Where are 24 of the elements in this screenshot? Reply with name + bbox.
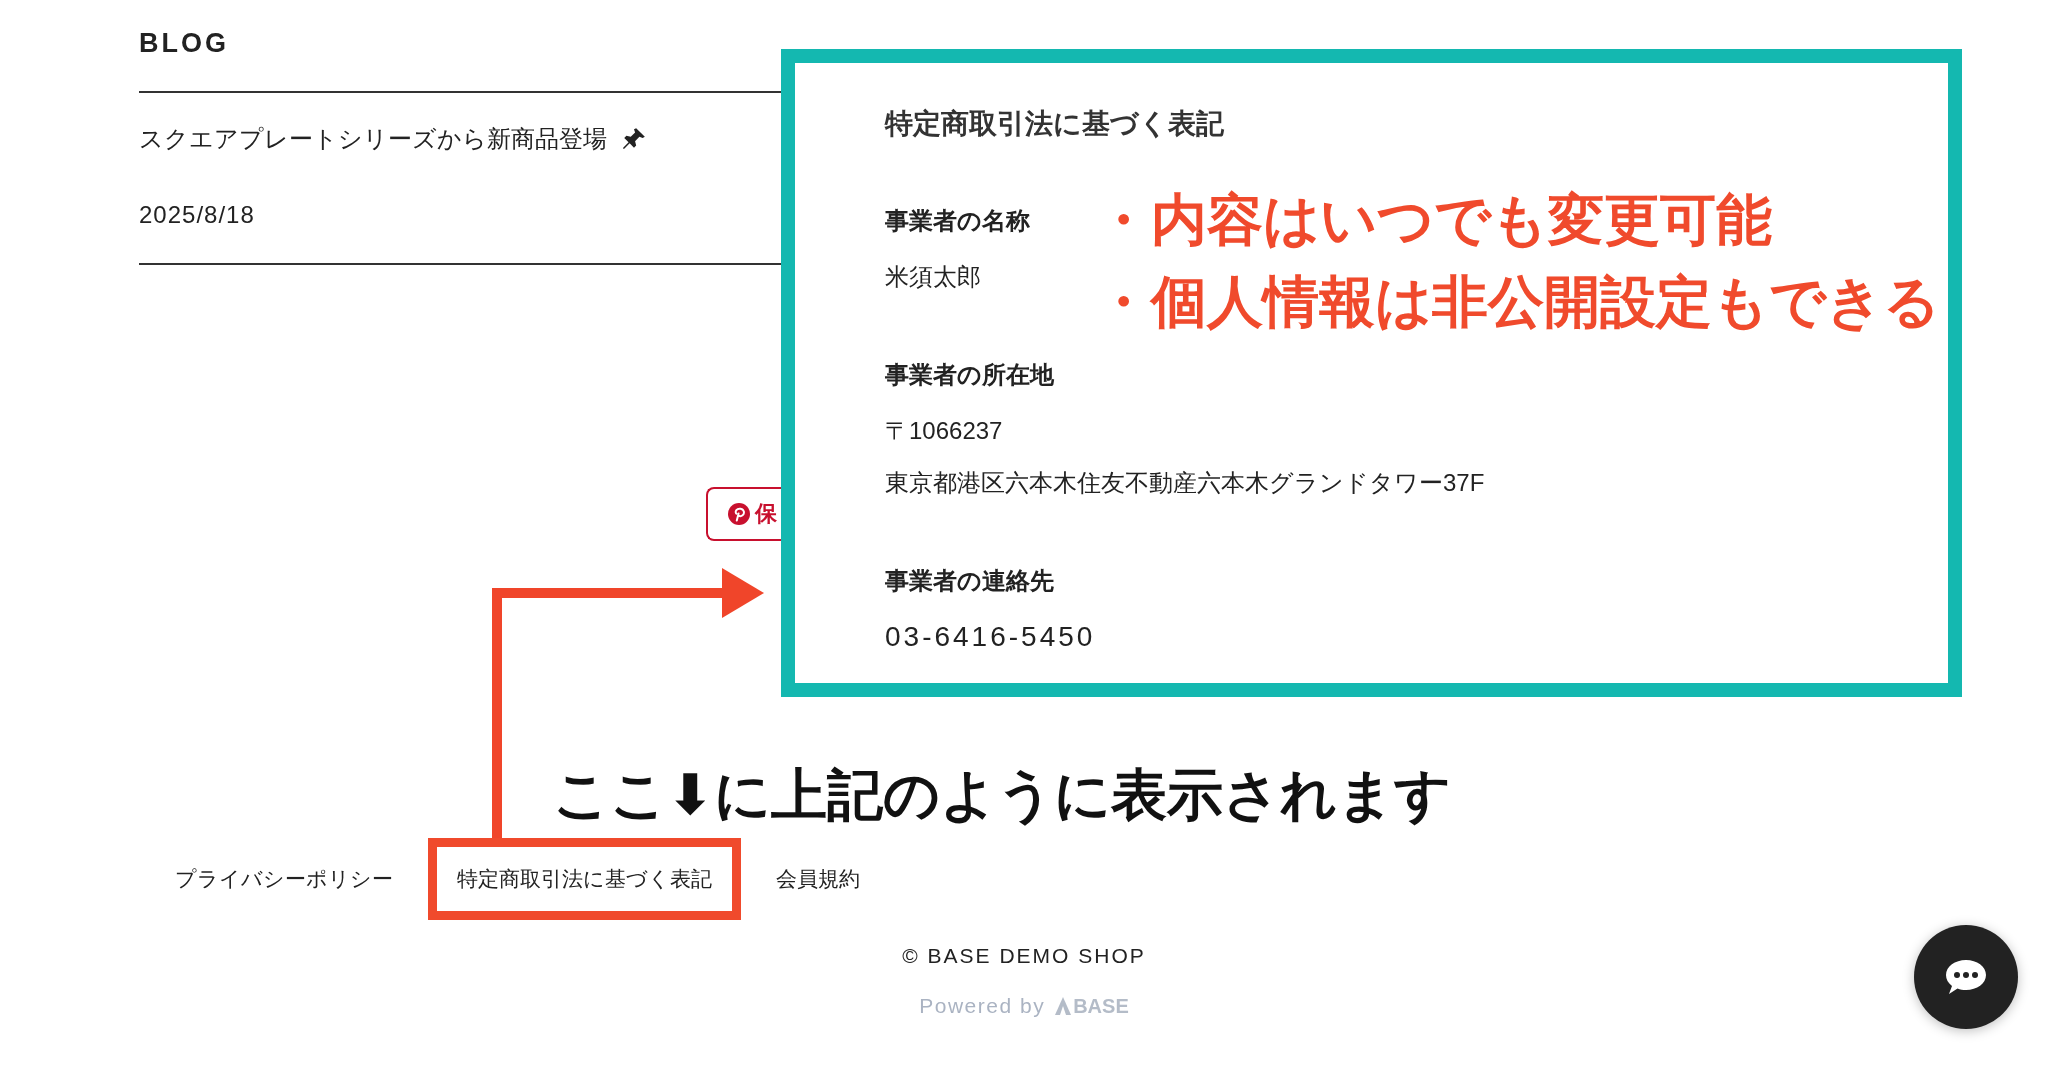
- field-value: 〒1066237: [885, 416, 1004, 446]
- field-value: 03-6416-5450: [885, 621, 1097, 653]
- field-label: 事業者の名称: [885, 206, 1030, 236]
- annotation-note: ・個人情報は非公開設定もできる: [1095, 270, 1940, 335]
- annotation-caption: ここ⬇に上記のように表示されます: [553, 762, 1451, 828]
- annotation-note: ・内容はいつでも変更可能: [1095, 188, 1773, 253]
- field-value: 東京都港区六本木住友不動産六本木グランドタワー37F: [885, 468, 1486, 498]
- chat-bubble-icon: [1944, 958, 1988, 996]
- footer-link[interactable]: プライバシーポリシー: [146, 838, 422, 920]
- footer-link[interactable]: 特定商取引法に基づく表記: [428, 838, 741, 920]
- post-date: 2025/8/18: [139, 201, 256, 229]
- field-value: 米須太郎: [885, 262, 982, 292]
- brand-text: BASE: [1073, 994, 1129, 1018]
- pinterest-icon: [728, 503, 750, 525]
- chat-button[interactable]: [1914, 925, 2018, 1029]
- pinterest-save-button[interactable]: 保: [706, 487, 781, 541]
- post-title-link[interactable]: スクエアプレートシリーズから新商品登場: [139, 123, 607, 155]
- copyright-text: © BASE DEMO SHOP: [901, 944, 1147, 968]
- panel-title: 特定商取引法に基づく表記: [885, 107, 1225, 141]
- field-label: 事業者の連絡先: [885, 566, 1054, 596]
- field-label: 事業者の所在地: [885, 360, 1054, 390]
- footer-link[interactable]: 会員規約: [747, 838, 889, 920]
- tent-icon: [1055, 997, 1072, 1015]
- powered-by-text: Powered by: [919, 994, 1046, 1018]
